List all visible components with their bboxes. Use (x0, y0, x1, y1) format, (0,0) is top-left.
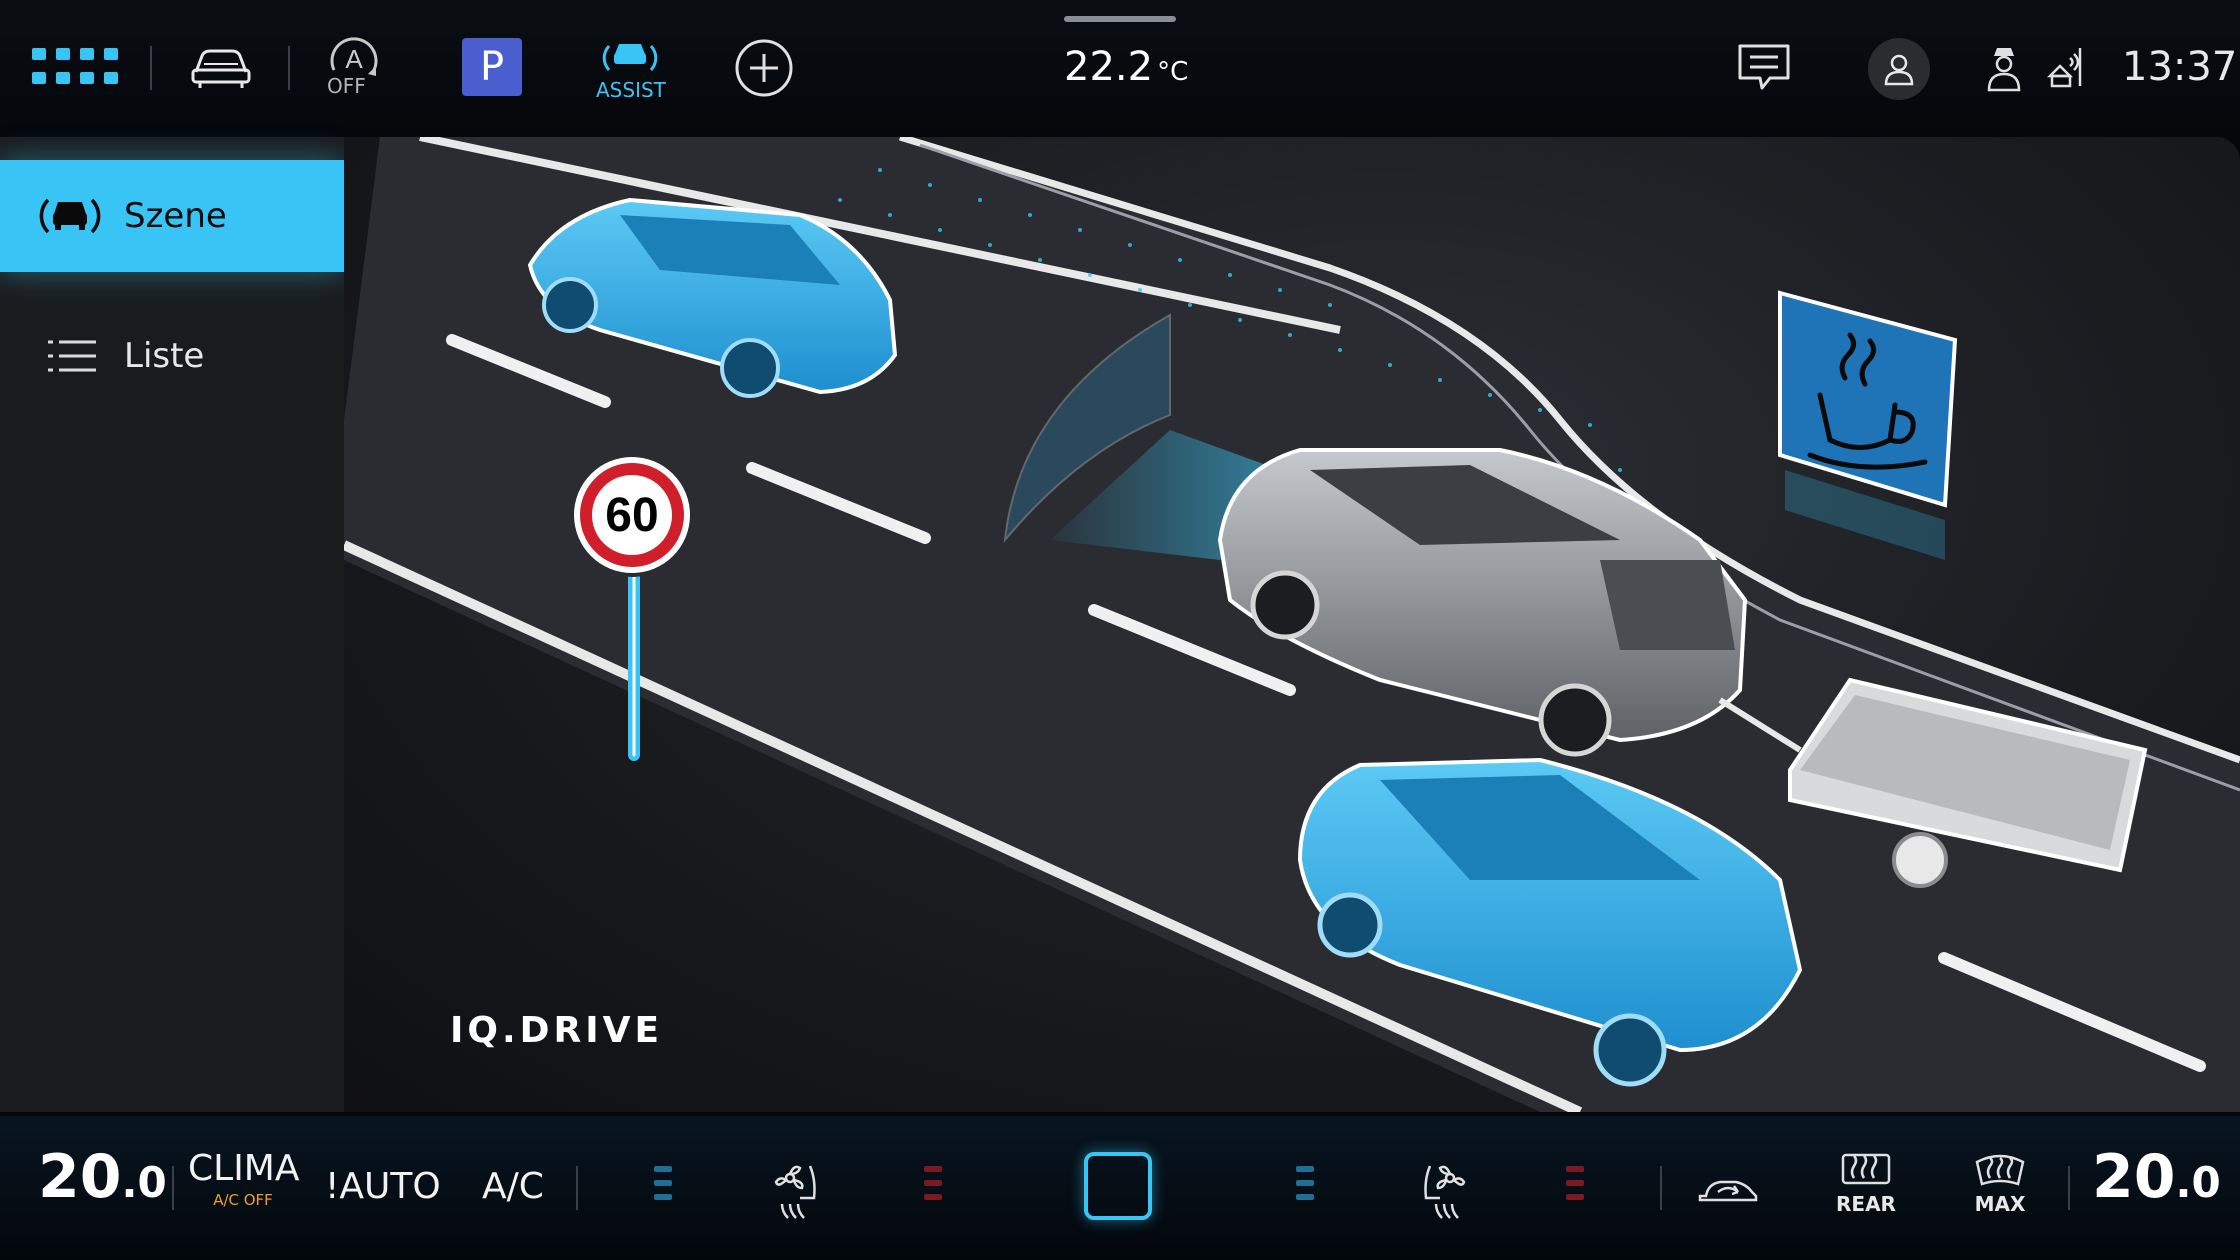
auto-button[interactable]: !AUTO (325, 1166, 441, 1207)
messages-button[interactable] (1736, 42, 1792, 94)
left-temperature[interactable]: 20.0 (38, 1142, 167, 1212)
ac-button[interactable]: A/C (482, 1166, 544, 1207)
car-front-icon (191, 49, 251, 88)
auto-hold-label: OFF (327, 74, 366, 98)
windshield-defrost-icon (1975, 1154, 2025, 1186)
plus-circle-icon (735, 39, 793, 97)
apps-button[interactable] (32, 48, 122, 88)
outside-temp-value: 22.2 (1064, 44, 1154, 90)
vehicle-button[interactable] (186, 40, 256, 96)
message-icon (1738, 44, 1790, 90)
profile-button[interactable] (1868, 38, 1930, 100)
max-defrost-label: MAX (1974, 1192, 2026, 1216)
speed-limit-value: 60 (605, 488, 659, 542)
clock: 13:37 (2122, 44, 2238, 90)
list-icon (48, 340, 96, 372)
sidebar-item-szene[interactable]: Szene (0, 160, 344, 272)
top-bar: A OFF P ASSIST 22.2 °C 13:37 (0, 0, 2240, 135)
profile-icon (1884, 54, 1914, 86)
right-fan-level[interactable] (1296, 1166, 1314, 1200)
car-recirculation-icon (1698, 1180, 1758, 1202)
connectivity-icon (2046, 48, 2082, 88)
clima-sublabel: A/C OFF (213, 1191, 273, 1209)
driver-icon (1987, 48, 2021, 92)
right-seat-heat-level[interactable] (1566, 1166, 1584, 1200)
assist-label: ASSIST (596, 78, 666, 102)
right-temperature[interactable]: 20.0 (2092, 1142, 2221, 1212)
sidebar (0, 137, 344, 1112)
climate-bar: 20.0 CLIMA A/C OFF !AUTO A/C REAR MAX 20… (0, 1116, 2240, 1260)
speed-limit-sign: 60 (574, 457, 690, 573)
scene-illustration (344, 137, 2240, 1112)
svg-text:A: A (345, 44, 363, 74)
left-temp-dec: .0 (121, 1158, 167, 1207)
assist-button[interactable]: ASSIST (590, 36, 670, 102)
right-temp-int: 20 (2092, 1142, 2176, 1212)
park-label: P (479, 44, 505, 90)
sidebar-item-label: Liste (124, 336, 205, 376)
seat-ventilation-icon (774, 1165, 816, 1219)
left-fan-level[interactable] (654, 1166, 672, 1200)
sidebar-item-liste[interactable]: Liste (0, 300, 344, 412)
add-button[interactable] (734, 38, 794, 98)
car-assist-icon (39, 198, 101, 234)
rear-defrost-icon (1841, 1153, 1891, 1185)
recirculation-button[interactable] (1696, 1172, 1760, 1206)
divider (150, 46, 152, 90)
clima-label: CLIMA (188, 1148, 300, 1189)
driver-assist-scene: 60 (344, 137, 2240, 1112)
outside-temp-unit: °C (1157, 57, 1189, 87)
connectivity-status[interactable] (2046, 46, 2086, 92)
left-seat-ventilation-button[interactable] (770, 1160, 826, 1220)
right-temp-dec: .0 (2175, 1158, 2221, 1207)
assist-car-icon (602, 44, 658, 72)
outside-temperature: 22.2 °C (1064, 44, 1188, 94)
left-seat-heat-level[interactable] (924, 1166, 942, 1200)
drag-handle[interactable] (1064, 16, 1176, 22)
left-temp-int: 20 (38, 1142, 122, 1212)
right-seat-ventilation-button[interactable] (1414, 1160, 1470, 1220)
grid-icon (32, 48, 118, 84)
brand-logo: IQ.DRIVE (450, 1010, 664, 1051)
divider (288, 46, 290, 90)
auto-hold-button[interactable]: A OFF (322, 36, 392, 100)
home-button[interactable] (1084, 1152, 1152, 1220)
rear-defrost-label: REAR (1836, 1192, 1896, 1216)
divider (2068, 1166, 2070, 1210)
divider (576, 1166, 578, 1210)
divider (172, 1166, 174, 1210)
rear-defrost-button[interactable]: REAR (1836, 1152, 1896, 1228)
max-defrost-button[interactable]: MAX (1970, 1152, 2030, 1228)
clima-button[interactable]: CLIMA A/C OFF (188, 1148, 300, 1228)
divider (1660, 1166, 1662, 1210)
park-button[interactable]: P (462, 38, 522, 96)
seat-ventilation-icon (1424, 1165, 1466, 1219)
driver-button[interactable] (1986, 46, 2022, 92)
sidebar-item-label: Szene (124, 196, 227, 236)
rest-stop-sign (1778, 290, 1958, 560)
